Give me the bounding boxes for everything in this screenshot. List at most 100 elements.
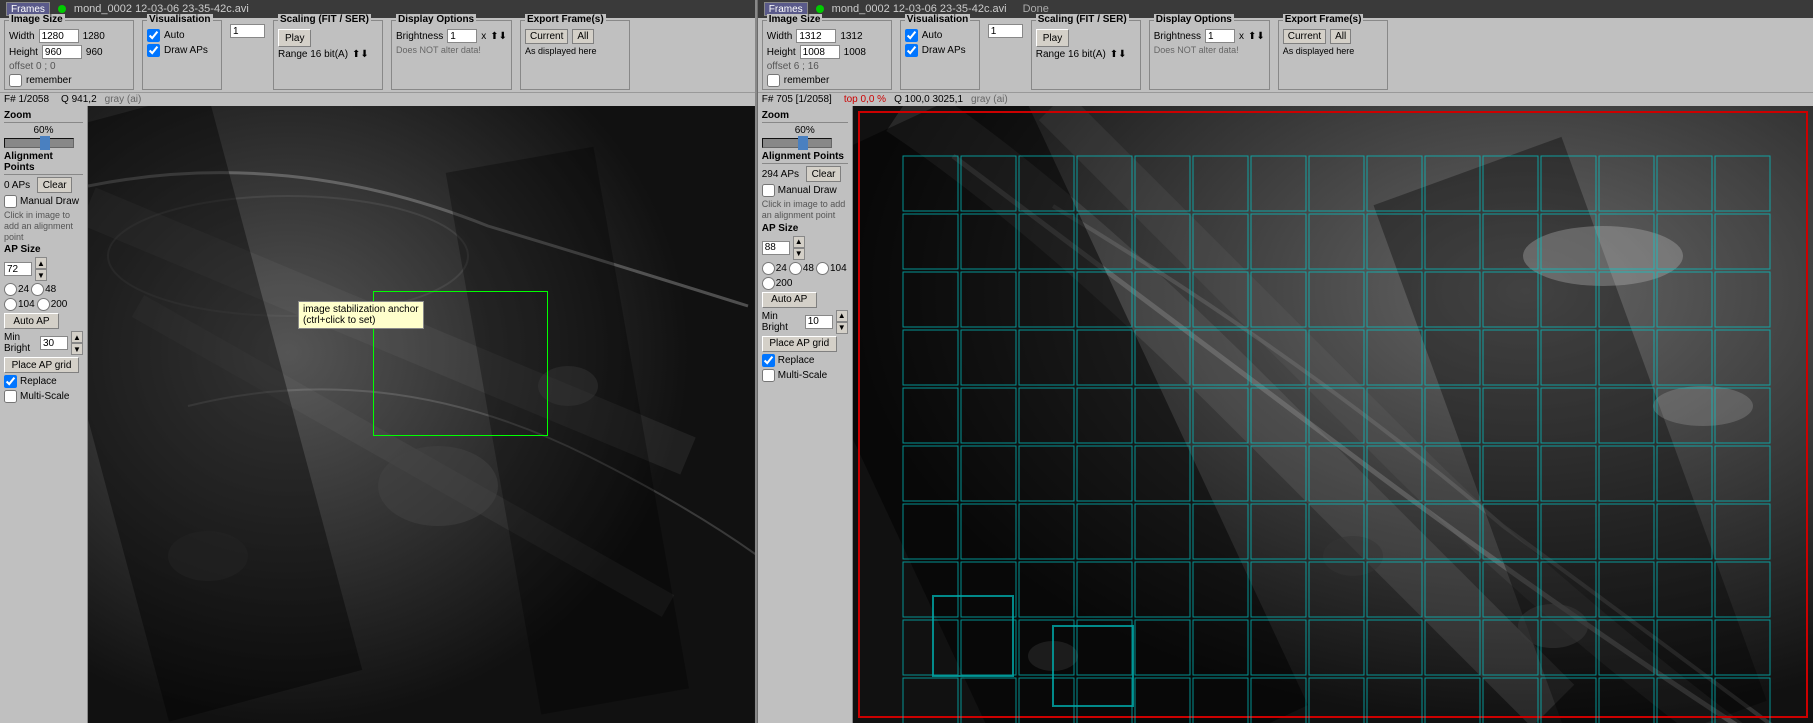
left-radio-104-input[interactable]: [4, 298, 17, 311]
left-auto-ap-button[interactable]: Auto AP: [4, 313, 59, 329]
right-remember-checkbox[interactable]: [767, 74, 780, 87]
left-ap-size-input[interactable]: [4, 262, 32, 276]
left-min-bright-row: Min Bright ▲ ▼: [4, 331, 83, 355]
left-auto-checkbox[interactable]: [147, 29, 160, 42]
left-ap-spin-up[interactable]: ▲: [35, 257, 47, 269]
left-brightness-label: Brightness: [396, 31, 443, 42]
left-remember-checkbox[interactable]: [9, 74, 22, 87]
left-main-area: Zoom 60% Alignment Points 0 APs Clear Ma…: [0, 106, 755, 723]
right-current-button[interactable]: Current: [1283, 29, 1326, 44]
left-clear-button[interactable]: Clear: [37, 177, 72, 193]
right-main-area: Zoom 60% Alignment Points 294 APs Clear …: [758, 106, 1813, 723]
right-replace-checkbox[interactable]: [762, 354, 775, 367]
left-manual-draw-checkbox[interactable]: [4, 195, 17, 208]
right-brightness-arrows: ⬆⬇: [1248, 31, 1265, 42]
right-min-bright-up[interactable]: ▲: [836, 310, 848, 322]
left-drawaps-checkbox[interactable]: [147, 44, 160, 57]
left-all-button[interactable]: All: [572, 29, 593, 44]
right-status-dot: [816, 5, 824, 13]
right-drawaps-label: Draw APs: [922, 45, 966, 56]
right-play-button[interactable]: Play: [1036, 29, 1069, 47]
right-auto-checkbox[interactable]: [905, 29, 918, 42]
right-height-input[interactable]: [800, 45, 840, 59]
left-image-canvas[interactable]: image stabilization anchor (ctrl+click t…: [88, 106, 755, 723]
left-radio-24-label: 24: [18, 284, 29, 295]
left-frame-info-row: F# 1/2058 Q 941,2 gray (ai): [0, 93, 755, 106]
left-radio-200-label: 200: [51, 299, 68, 310]
right-drawaps-checkbox[interactable]: [905, 44, 918, 57]
left-brightness-arrows: ⬆⬇: [490, 31, 507, 42]
right-min-bright-label: Min Bright: [762, 311, 802, 333]
right-gray-label: gray (ai): [971, 94, 1008, 105]
left-radio-24-input[interactable]: [4, 283, 17, 296]
right-radio-104: 104: [816, 262, 847, 275]
right-width-value: 1312: [840, 31, 862, 42]
right-ap-section: Alignment Points 294 APs Clear Manual Dr…: [762, 151, 848, 382]
right-min-bright-down[interactable]: ▼: [836, 322, 848, 334]
left-height-input[interactable]: [42, 45, 82, 59]
right-radio-200-input[interactable]: [762, 277, 775, 290]
right-clear-button[interactable]: Clear: [806, 166, 841, 182]
right-radio-104-input[interactable]: [816, 262, 829, 275]
right-ap-count: 294 APs: [762, 169, 799, 180]
right-radio-24-input[interactable]: [762, 262, 775, 275]
right-click-instruction: Click in image to add an alignment point: [762, 199, 848, 221]
left-multiscale-label: Multi-Scale: [20, 391, 69, 402]
right-all-button[interactable]: All: [1330, 29, 1351, 44]
left-radio-104: 104: [4, 298, 35, 311]
left-vis-title: Visualisation: [147, 14, 213, 25]
right-min-bright-row: Min Bright ▲ ▼: [762, 310, 848, 334]
right-image-canvas[interactable]: [853, 106, 1813, 723]
right-image-size-group: Image Size Width 1312 Height 1008 offset…: [762, 20, 892, 90]
right-frame-number-input[interactable]: [988, 24, 1023, 38]
right-q-value: Q 100,0 3025,1: [894, 94, 963, 105]
right-radio-48-input[interactable]: [789, 262, 802, 275]
right-ap-spin-down[interactable]: ▼: [793, 248, 805, 260]
right-min-bright-input[interactable]: [805, 315, 833, 329]
right-width-input[interactable]: [796, 29, 836, 43]
right-multiscale-checkbox[interactable]: [762, 369, 775, 382]
right-frame-info: F# 705 [1/2058]: [762, 94, 832, 105]
right-ap-spin-up[interactable]: ▲: [793, 236, 805, 248]
right-zoom-slider[interactable]: [762, 138, 832, 148]
right-top-label: top 0,0 %: [844, 94, 886, 105]
left-min-bright-spin: ▲ ▼: [71, 331, 83, 355]
left-image-size-title: Image Size: [9, 14, 65, 25]
left-does-not-alter: Does NOT alter data!: [396, 45, 481, 55]
left-place-ap-button[interactable]: Place AP grid: [4, 357, 79, 373]
right-manual-draw-label: Manual Draw: [778, 185, 837, 196]
left-ap-title: Alignment Points: [4, 151, 83, 175]
right-brightness-input[interactable]: [1205, 29, 1235, 43]
left-width-input[interactable]: [39, 29, 79, 43]
right-ap-radio-group: 24 48 104 200: [762, 262, 848, 290]
right-ap-size-input[interactable]: [762, 241, 790, 255]
right-display-group: Display Options Brightness x ⬆⬇ Does NOT…: [1149, 20, 1270, 90]
left-min-bright-input[interactable]: [40, 336, 68, 350]
left-image-size-group: Image Size Width 1280 Height 960 offset …: [4, 20, 134, 90]
left-replace-checkbox[interactable]: [4, 375, 17, 388]
left-status-dot: [58, 5, 66, 13]
left-play-button[interactable]: Play: [278, 29, 311, 47]
right-auto-ap-button[interactable]: Auto AP: [762, 292, 817, 308]
left-frame-number-input[interactable]: [230, 24, 265, 38]
right-auto-label: Auto: [922, 30, 943, 41]
left-radio-48-input[interactable]: [31, 283, 44, 296]
left-min-bright-up[interactable]: ▲: [71, 331, 83, 343]
left-radio-24: 24: [4, 283, 29, 296]
right-place-ap-button[interactable]: Place AP grid: [762, 336, 837, 352]
right-as-displayed: As displayed here: [1283, 46, 1355, 56]
right-ap-title: Alignment Points: [762, 151, 848, 164]
left-multiscale-checkbox[interactable]: [4, 390, 17, 403]
right-manual-draw-checkbox[interactable]: [762, 184, 775, 197]
right-panel: Frames mond_0002 12-03-06 23-35-42c.avi …: [758, 0, 1813, 723]
left-width-value: 1280: [83, 31, 105, 42]
left-ap-spin-down[interactable]: ▼: [35, 269, 47, 281]
left-ap-radio-group: 24 48 104 200: [4, 283, 83, 311]
left-min-bright-down[interactable]: ▼: [71, 343, 83, 355]
left-current-button[interactable]: Current: [525, 29, 568, 44]
right-offset-label: offset 6 ; 16: [767, 61, 819, 72]
left-zoom-slider[interactable]: [4, 138, 74, 148]
left-brightness-input[interactable]: [447, 29, 477, 43]
right-manual-draw-row: Manual Draw: [762, 184, 848, 197]
left-radio-200-input[interactable]: [37, 298, 50, 311]
